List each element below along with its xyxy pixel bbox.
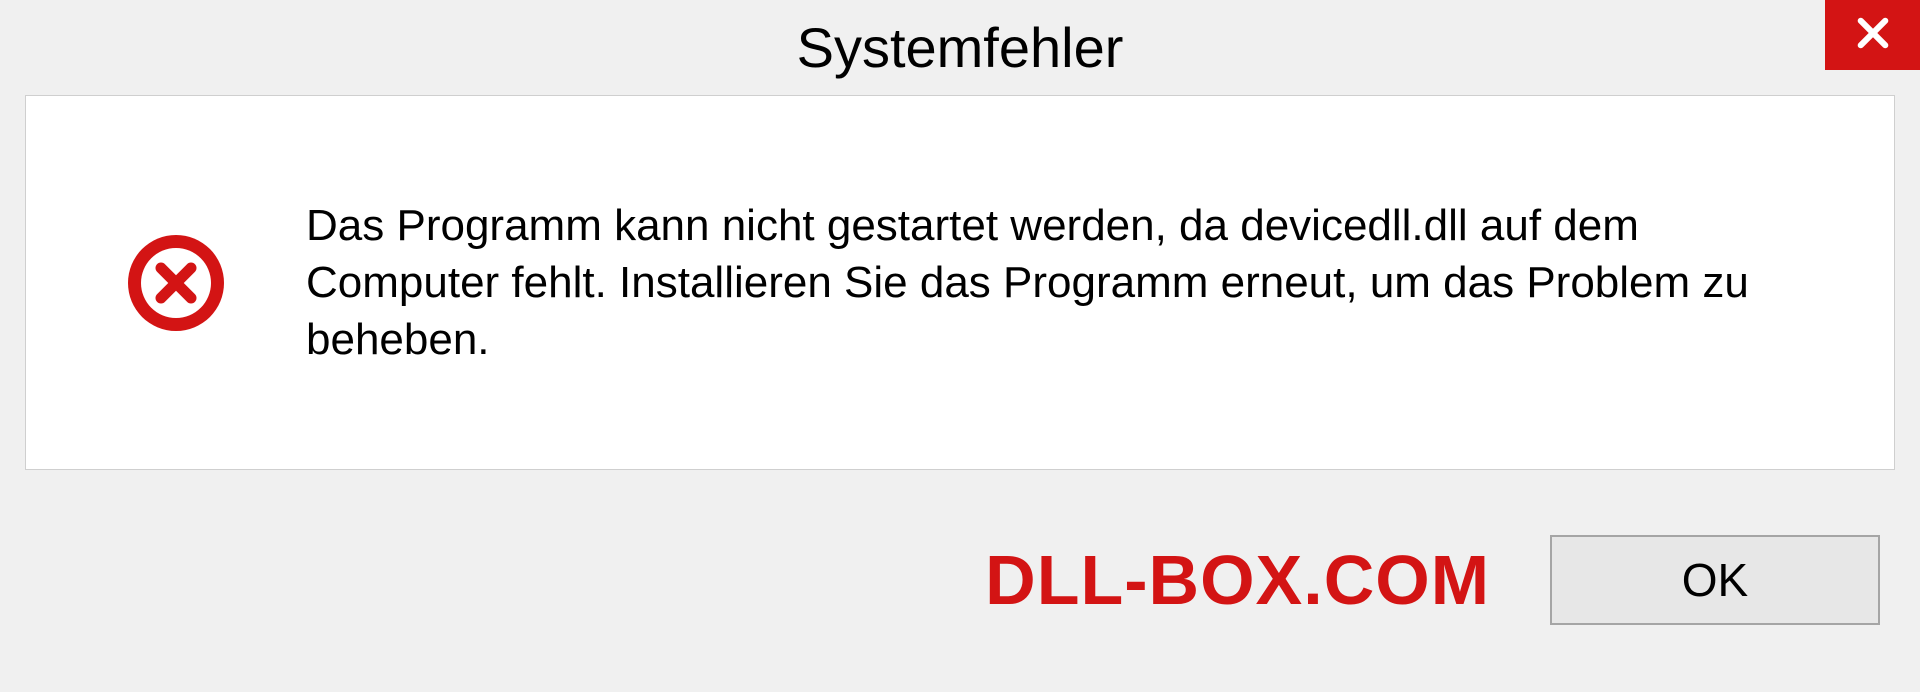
error-icon	[126, 233, 226, 333]
close-button[interactable]	[1825, 0, 1920, 70]
watermark-text: DLL-BOX.COM	[985, 540, 1490, 620]
error-message: Das Programm kann nicht gestartet werden…	[306, 197, 1834, 369]
dialog-footer: DLL-BOX.COM OK	[0, 497, 1920, 692]
dialog-title: Systemfehler	[797, 15, 1124, 80]
close-icon	[1852, 12, 1894, 59]
error-dialog: Systemfehler Das Programm kann nicht ges…	[0, 0, 1920, 692]
titlebar: Systemfehler	[0, 0, 1920, 95]
ok-button[interactable]: OK	[1550, 535, 1880, 625]
content-panel: Das Programm kann nicht gestartet werden…	[25, 95, 1895, 470]
